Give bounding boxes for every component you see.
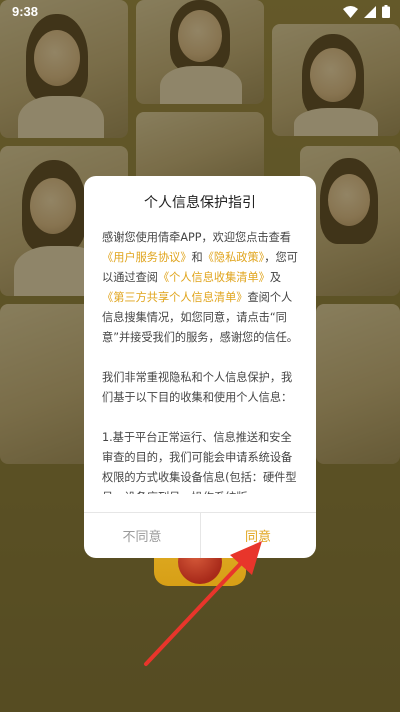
purpose-paragraph: 我们非常重视隐私和个人信息保护，我们基于以下目的收集和使用个人信息： [102,371,293,404]
intro-paragraph: 感谢您使用倩牵APP，欢迎您点击查看《用户服务协议》和《隐私政策》，您可以通过查… [102,228,302,348]
privacy-dialog: 个人信息保护指引 感谢您使用倩牵APP，欢迎您点击查看《用户服务协议》和《隐私政… [84,176,316,558]
policy-link[interactable]: 《用户服务协议》 [102,251,192,264]
policy-link[interactable]: 《个人信息收集清单》 [158,271,270,284]
battery-icon [382,5,390,18]
agree-button[interactable]: 同意 [200,513,316,558]
dialog-body[interactable]: 感谢您使用倩牵APP，欢迎您点击查看《用户服务协议》和《隐私政策》，您可以通过查… [102,228,302,494]
dialog-title: 个人信息保护指引 [144,195,256,211]
wifi-icon [343,5,358,18]
intro-text: 感谢您使用倩牵APP，欢迎您点击查看 [102,231,291,244]
policy-link[interactable]: 《隐私政策》 [203,251,265,264]
signal-icon [364,5,376,18]
detail-paragraph: 1.基于平台正常运行、信息推送和安全审查的目的，我们可能会申请系统设备权限的方式… [102,431,297,494]
status-time: 9:38 [12,4,39,19]
status-bar: 9:38 [0,0,400,24]
disagree-button[interactable]: 不同意 [84,513,200,558]
intro-text: 及 [269,271,282,284]
policy-link[interactable]: 《第三方共享个人信息清单》 [102,291,247,304]
intro-text: 和 [191,251,203,264]
